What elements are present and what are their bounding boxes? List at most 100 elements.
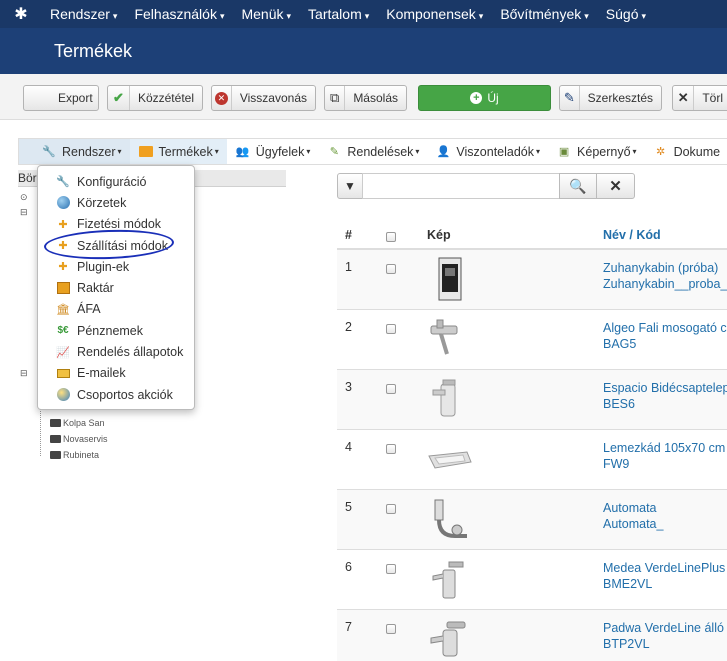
table-row: 1 Zuhanykabin (próba) Zuhanykabin__proba_	[337, 250, 727, 310]
tree-expander-1[interactable]: ⊟	[20, 207, 28, 218]
topnav-item-bovitmenyek[interactable]: Bővítmények ▾	[492, 6, 597, 22]
row-checkbox[interactable]	[386, 563, 396, 577]
product-name-link[interactable]: Algeo Fali mosogató csa BAG5	[603, 320, 727, 352]
menu-item-szallitasi-modok[interactable]: ✚ Szállítási módok	[38, 235, 194, 256]
row-checkbox[interactable]	[386, 263, 396, 277]
topnav-item-rendszer[interactable]: Rendszer ▾	[42, 6, 126, 22]
puzzle-icon: ✚	[58, 261, 68, 274]
row-checkbox[interactable]	[386, 443, 396, 457]
export-button[interactable]: Export	[23, 85, 99, 111]
currency-icon: $€	[57, 325, 69, 337]
wrench-icon: 🔧	[56, 176, 70, 189]
menu-item-raktar[interactable]: Raktár	[38, 277, 194, 298]
row-number: 4	[345, 440, 352, 454]
plus-circle-icon: +	[470, 92, 483, 104]
topnav-item-sugo[interactable]: Súgó ▾	[598, 6, 655, 22]
menu-item-afa[interactable]: 🏛 ÁFA	[38, 299, 194, 320]
page-title: Termékek	[54, 40, 133, 61]
subnav-item-rendszer[interactable]: 🔧 Rendszer ▾	[19, 139, 130, 164]
delete-button[interactable]: ✕ Törl	[672, 85, 727, 111]
title-bar: Termékek	[0, 28, 727, 74]
puzzle-icon: ✚	[58, 218, 68, 231]
table-row: 5 Automata Automata_	[337, 490, 727, 550]
table-row: 3 Espacio Bidécsaptelep BES6	[337, 370, 727, 430]
joomla-logo-icon[interactable]: ✱	[0, 0, 42, 28]
subnav-item-dokumentumok[interactable]: ✲ Dokume	[645, 139, 727, 164]
product-name-link[interactable]: Medea VerdeLinePlus M BME2VL	[603, 560, 727, 592]
publish-button[interactable]: ✔ Közzététel	[107, 85, 203, 111]
menu-item-penznemek[interactable]: $€ Pénznemek	[38, 320, 194, 341]
edit-icon: ✎	[560, 86, 580, 110]
clear-button[interactable]: ✕	[596, 173, 635, 199]
copy-icon: ⧉	[325, 86, 346, 110]
subnav-item-kepernyo[interactable]: ▣ Képernyő ▾	[548, 139, 645, 164]
table-row: 4 Lemezkád 105x70 cm FW9	[337, 430, 727, 490]
resellers-icon: 👤	[436, 146, 451, 158]
filter-toggle-button[interactable]: ▼	[337, 173, 363, 199]
product-thumbnail[interactable]	[427, 436, 473, 482]
subnav-item-rendelesek[interactable]: ✎ Rendelések ▾	[318, 139, 427, 164]
product-name-link[interactable]: Lemezkád 105x70 cm FW9	[603, 440, 725, 472]
top-navbar: ✱ Rendszer ▾ Felhasználók ▾ Menük ▾ Tartalo…	[0, 0, 727, 28]
product-name-link[interactable]: Espacio Bidécsaptelep BES6	[603, 380, 727, 412]
topnav-item-menuk[interactable]: Menük ▾	[233, 6, 300, 22]
tree-expander-2[interactable]: ⊟	[20, 368, 28, 379]
tree-node-novaservis[interactable]: Novaservis	[50, 434, 108, 444]
globe-icon	[55, 196, 71, 210]
row-checkbox[interactable]	[386, 503, 396, 517]
tree-root-icon[interactable]: ⊙	[20, 192, 28, 203]
toolbar: Export ✔ Közzététel ✕ Visszavonás ⧉ Máso…	[0, 74, 727, 120]
new-button[interactable]: + Új	[418, 85, 551, 111]
menu-item-plugin-ek[interactable]: ✚ Plugin-ek	[38, 256, 194, 277]
product-thumbnail[interactable]	[427, 376, 473, 422]
topnav-item-felhasznalok[interactable]: Felhasználók ▾	[126, 6, 233, 22]
warehouse-icon	[55, 281, 71, 295]
subnav-item-ugyfelek[interactable]: 👥 Ügyfelek ▾	[227, 139, 319, 164]
table-row: 7 Padwa VerdeLine álló m BTP2VL	[337, 610, 727, 661]
folder-icon	[50, 419, 61, 427]
tree-node-kolpa-san[interactable]: Kolpa San	[50, 418, 105, 428]
subnav-item-viszonteladok[interactable]: 👤 Viszonteladók ▾	[427, 139, 548, 164]
table-body: 1 Zuhanykabin (próba) Zuhanykabin__proba_…	[337, 250, 727, 661]
envelope-icon	[55, 366, 71, 380]
edit-button[interactable]: ✎ Szerkesztés	[559, 85, 662, 111]
menu-item-csoportos-akciok[interactable]: Csoportos akciók	[38, 384, 194, 405]
product-name-link[interactable]: Automata Automata_	[603, 500, 663, 532]
row-checkbox[interactable]	[386, 623, 396, 637]
search-button[interactable]: 🔍	[559, 173, 597, 199]
product-thumbnail[interactable]	[427, 556, 473, 602]
unpublish-button[interactable]: ✕ Visszavonás	[211, 85, 316, 111]
product-thumbnail[interactable]	[427, 616, 473, 661]
tree-node-rubineta[interactable]: Rubineta	[50, 450, 99, 460]
search-input[interactable]	[362, 173, 560, 199]
products-table: # Kép Név / Kód 1 Zuhanykabin (próba) Zuh…	[337, 218, 727, 661]
row-checkbox[interactable]	[386, 323, 396, 337]
wrench-icon: 🔧	[42, 146, 56, 158]
chart-icon: 📈	[56, 346, 70, 359]
product-thumbnail[interactable]	[427, 316, 473, 362]
row-checkbox[interactable]	[386, 383, 396, 397]
menu-item-konfiguracio[interactable]: 🔧 Konfiguráció	[38, 171, 194, 192]
menu-item-korzetek[interactable]: Körzetek	[38, 192, 194, 213]
menu-item-fizetesi-modok[interactable]: ✚ Fizetési módok	[38, 214, 194, 235]
product-name-link[interactable]: Zuhanykabin (próba) Zuhanykabin__proba_	[603, 260, 727, 292]
row-number: 1	[345, 260, 352, 274]
close-icon: ✕	[673, 86, 695, 110]
top-menu: Rendszer ▾ Felhasználók ▾ Menük ▾ Tartalom ▾…	[42, 6, 655, 22]
copy-button[interactable]: ⧉ Másolás	[324, 85, 407, 111]
product-thumbnail[interactable]	[427, 256, 473, 302]
topnav-item-komponensek[interactable]: Komponensek ▾	[378, 6, 492, 22]
col-header-num: #	[345, 228, 352, 242]
col-header-name[interactable]: Név / Kód	[603, 228, 661, 242]
orders-icon: ✎	[329, 146, 339, 158]
menu-item-e-mailek[interactable]: E-mailek	[38, 363, 194, 384]
component-subnav: 🔧 Rendszer ▾ Termékek ▾ 👥 Ügyfelek ▾ ✎ Rendelé…	[18, 138, 727, 165]
product-thumbnail[interactable]	[427, 496, 473, 542]
topnav-item-tartalom[interactable]: Tartalom ▾	[300, 6, 378, 22]
menu-item-rendeles-allapotok[interactable]: 📈 Rendelés állapotok	[38, 341, 194, 362]
category-tree-title: Bör	[18, 171, 37, 185]
subnav-item-termekek[interactable]: Termékek ▾	[129, 139, 227, 164]
select-all-checkbox[interactable]	[386, 231, 396, 245]
product-name-link[interactable]: Padwa VerdeLine álló m BTP2VL	[603, 620, 727, 652]
table-header: # Kép Név / Kód	[337, 218, 727, 250]
